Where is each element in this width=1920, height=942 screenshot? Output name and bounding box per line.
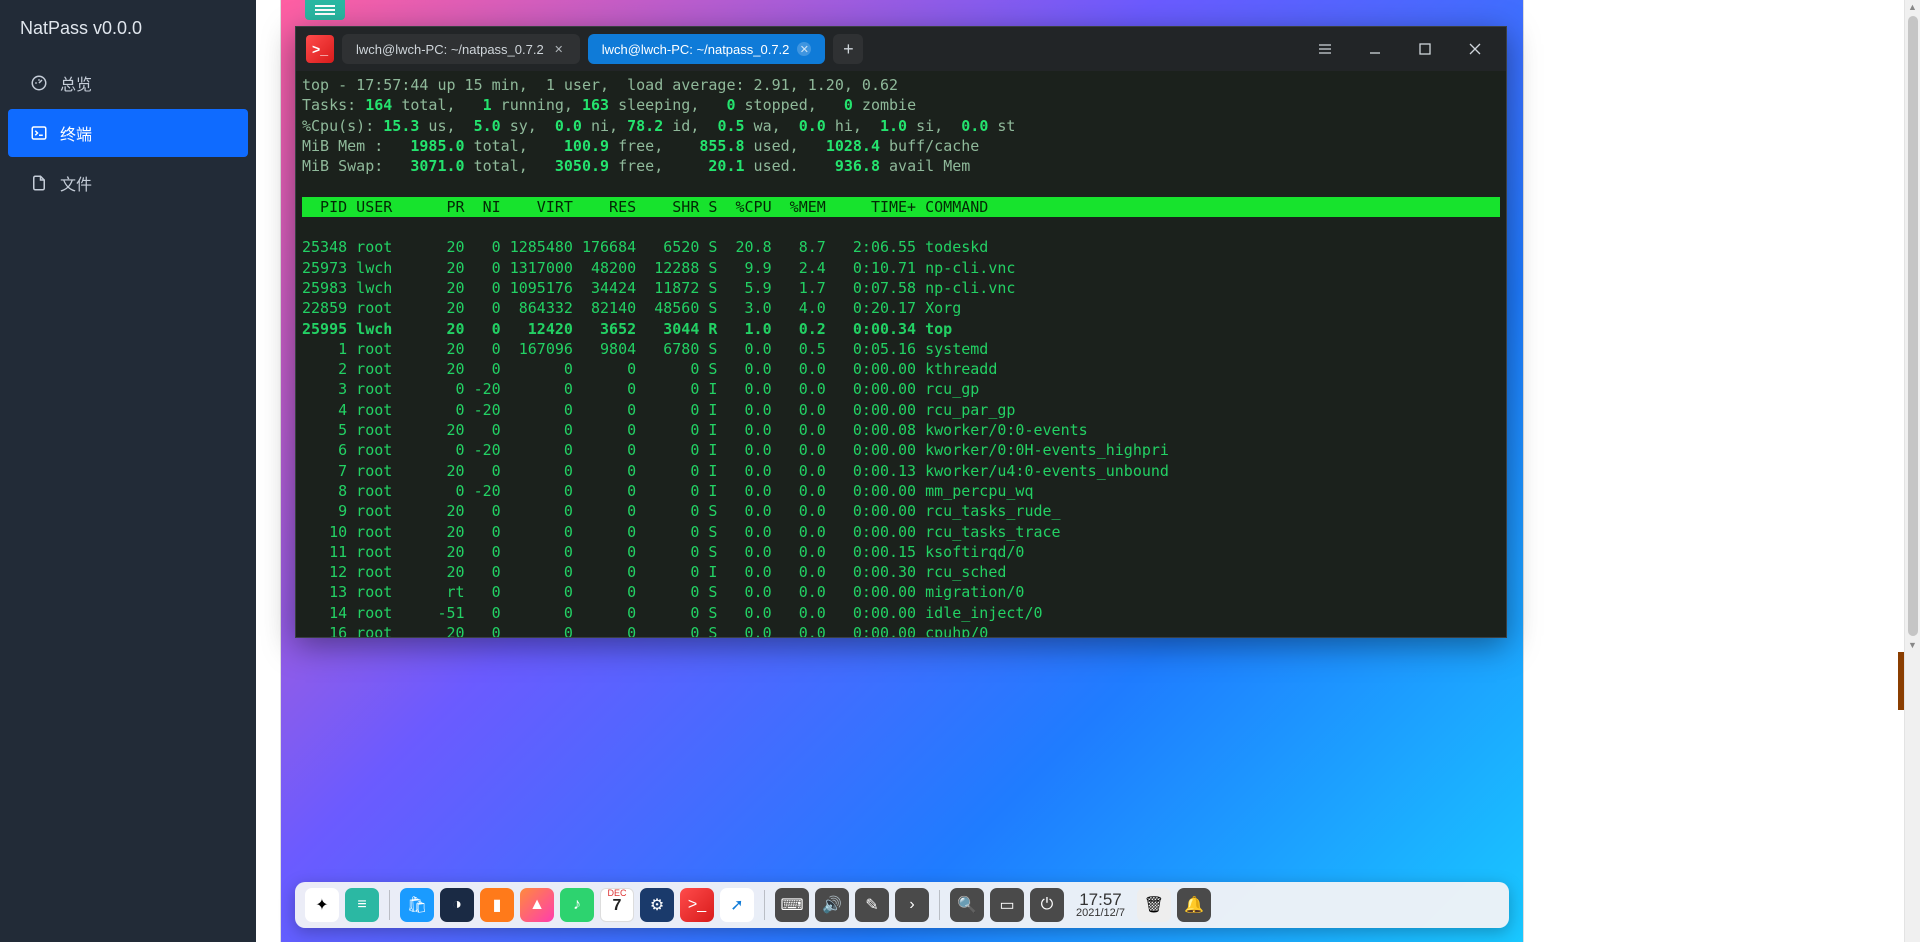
terminal-window: >_ lwch@lwch-PC: ~/natpass_0.7.2✕lwch@lw… (295, 26, 1507, 638)
terminal-tab-1[interactable]: lwch@lwch-PC: ~/natpass_0.7.2 ✕ (588, 34, 826, 64)
page-scrollbar[interactable] (1904, 0, 1920, 942)
settings-icon[interactable]: ⚙ (640, 888, 674, 922)
new-tab-button[interactable]: + (833, 34, 863, 64)
tab-close-icon[interactable]: ✕ (552, 42, 566, 56)
tab-close-icon[interactable]: ✕ (797, 42, 811, 56)
sidebar: NatPass v0.0.0 总览终端文件 (0, 0, 256, 942)
terminal-tab-0[interactable]: lwch@lwch-PC: ~/natpass_0.7.2 ✕ (342, 34, 580, 64)
dock-separator (389, 890, 390, 920)
todesk-icon[interactable]: ➚ (720, 888, 754, 922)
notification-icon[interactable]: 🔔 (1177, 888, 1211, 922)
dock-app-orange[interactable]: ▮ (480, 888, 514, 922)
clock[interactable]: 17:572021/12/7 (1070, 891, 1131, 919)
keyboard-icon[interactable]: ⌨ (775, 888, 809, 922)
search-icon[interactable]: 🔍 (950, 888, 984, 922)
dock-separator-2 (764, 890, 765, 920)
terminal-output[interactable]: top - 17:57:44 up 15 min, 1 user, load a… (296, 71, 1506, 637)
browser-icon[interactable]: ◑ (440, 888, 474, 922)
terminal-icon (30, 124, 48, 142)
photos-icon[interactable]: ▲ (520, 888, 554, 922)
chevron-right-icon[interactable]: › (895, 888, 929, 922)
music-icon[interactable]: ♪ (560, 888, 594, 922)
remote-desktop[interactable]: >_ lwch@lwch-PC: ~/natpass_0.7.2✕lwch@lw… (280, 0, 1524, 942)
terminal-app-icon: >_ (306, 35, 334, 63)
tab-label: lwch@lwch-PC: ~/natpass_0.7.2 (356, 42, 544, 57)
main-content: >_ lwch@lwch-PC: ~/natpass_0.7.2✕lwch@lw… (256, 0, 1904, 942)
workspace-icon[interactable]: ▭ (990, 888, 1024, 922)
volume-icon[interactable]: 🔊 (815, 888, 849, 922)
sidebar-item-label: 终端 (60, 121, 92, 145)
power-icon[interactable]: ⏻ (1030, 888, 1064, 922)
terminal-titlebar[interactable]: >_ lwch@lwch-PC: ~/natpass_0.7.2✕lwch@lw… (296, 27, 1506, 71)
calendar-icon[interactable]: DEC7 (600, 888, 634, 922)
appstore-icon[interactable]: 🛍 (400, 888, 434, 922)
minimize-button[interactable] (1354, 34, 1396, 64)
clipboard-icon[interactable]: ✎ (855, 888, 889, 922)
launcher-icon[interactable]: ✦ (305, 888, 339, 922)
trash-icon[interactable]: 🗑 (1137, 888, 1171, 922)
sidebar-item-1[interactable]: 终端 (8, 109, 248, 157)
desktop-app-tile[interactable] (305, 0, 345, 20)
terminal-dock-icon[interactable]: >_ (680, 888, 714, 922)
sidebar-item-0[interactable]: 总览 (8, 59, 248, 107)
file-icon (30, 174, 48, 192)
sidebar-item-label: 总览 (60, 71, 92, 95)
dock: ✦ ≡ 🛍 ◑ ▮ ▲ ♪ DEC7 ⚙ >_ ➚ ⌨ 🔊 ✎ › 🔍 ▭ (295, 882, 1509, 928)
dock-separator-3 (939, 890, 940, 920)
close-button[interactable] (1454, 34, 1496, 64)
dashboard-icon (30, 74, 48, 92)
maximize-button[interactable] (1404, 34, 1446, 64)
accent-bar (1898, 652, 1904, 710)
tab-label: lwch@lwch-PC: ~/natpass_0.7.2 (602, 42, 790, 57)
app-title: NatPass v0.0.0 (0, 0, 256, 57)
dock-app-1[interactable]: ≡ (345, 888, 379, 922)
sidebar-item-label: 文件 (60, 171, 92, 195)
sidebar-item-2[interactable]: 文件 (8, 159, 248, 207)
hamburger-icon[interactable] (1304, 34, 1346, 64)
